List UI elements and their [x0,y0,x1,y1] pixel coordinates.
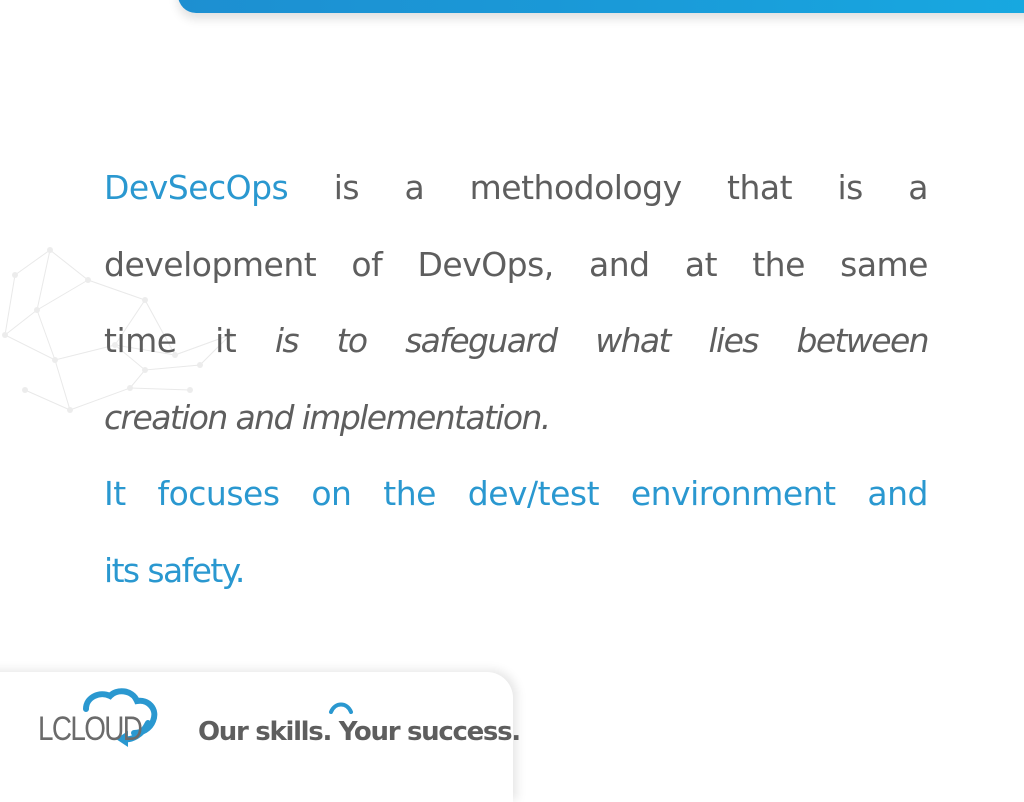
word: It [104,474,126,513]
word: the [752,244,805,284]
word: a [908,168,928,207]
text-line-1: DevSecOps is a methodology that is a [104,150,928,227]
word: it [215,321,237,360]
text-line-3: time it is to safeguard what lies betwee… [104,303,930,380]
word: and [589,244,650,284]
logo-wordmark: LCLOUD [38,710,143,748]
word: at [684,244,718,284]
italic-word: to [336,321,369,360]
word: a [404,168,425,207]
italic-word: is [274,321,300,360]
text-line-4: creation and implementation. [104,397,551,437]
word: the [383,474,436,513]
word: focuses [157,474,280,513]
top-accent-bar [178,0,1024,13]
word: of [351,244,383,284]
italic-word: between [796,321,929,360]
text-line-2: development of DevOps, and at the same [104,227,928,304]
word: is [837,168,863,207]
word: on [311,474,352,513]
smile-arc-icon [329,702,353,714]
italic-word: lies [708,321,759,360]
word: that [727,168,793,207]
word: dev/test [467,474,600,513]
italic-word: what [595,321,671,360]
text-line-5: It focuses on the dev/test environment a… [104,456,928,533]
word: time [104,321,177,360]
word: DevOps, [417,244,554,284]
term-devsecops: DevSecOps [104,168,289,207]
footer-tagline: Our skills. Your success. [198,717,521,747]
slide-body-text: DevSecOps is a methodology that is a dev… [104,150,930,609]
italic-word: safeguard [405,321,558,360]
word: is [333,168,360,207]
text-line-6: its safety. [104,550,245,590]
word: and [867,474,928,513]
word: methodology [469,168,682,207]
word: development [104,244,317,284]
word: same [840,244,928,284]
word: environment [630,474,836,513]
